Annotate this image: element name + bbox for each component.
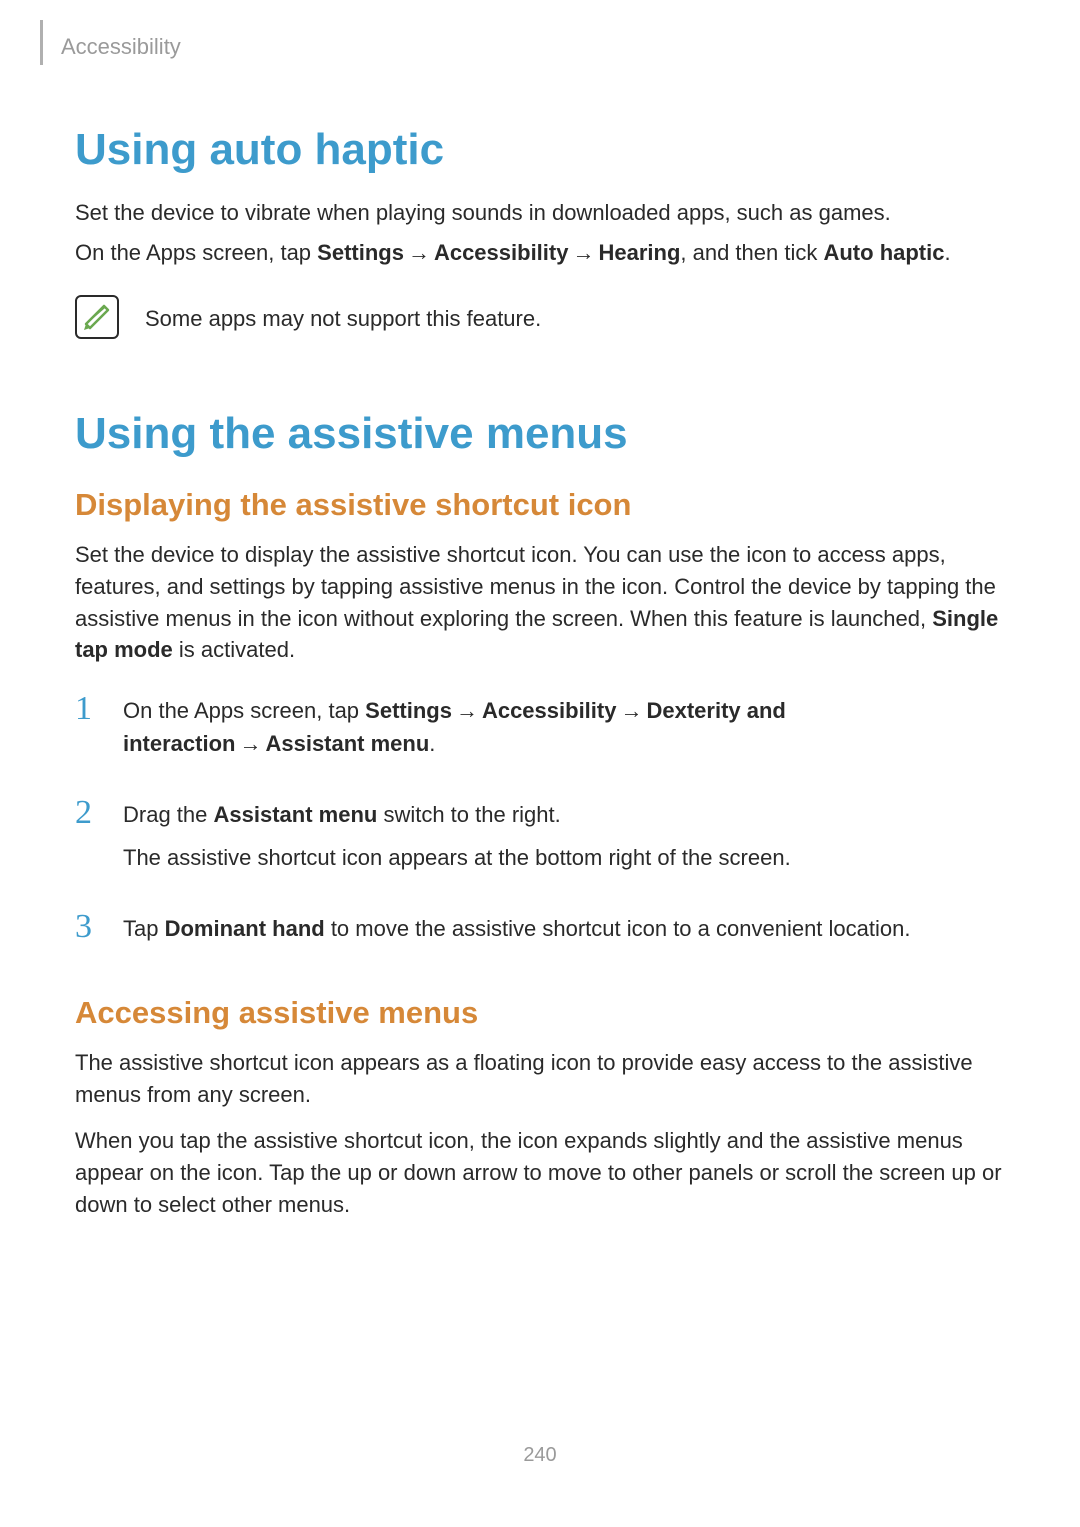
text-fragment: Set the device to display the assistive … [75, 542, 996, 631]
accessibility-label: Accessibility [434, 240, 569, 265]
displaying-shortcut-description: Set the device to display the assistive … [75, 539, 1005, 667]
heading-auto-haptic: Using auto haptic [75, 125, 1005, 175]
text-fragment: On the Apps screen, tap [75, 240, 317, 265]
step-2-body: Drag the Assistant menu switch to the ri… [123, 794, 1005, 884]
hearing-label: Hearing [598, 240, 680, 265]
step-1: 1 On the Apps screen, tap Settings→Acces… [75, 690, 1005, 770]
arrow-icon: → [239, 731, 261, 756]
text-fragment: . [944, 240, 950, 265]
step-2-result: The assistive shortcut icon appears at t… [123, 841, 1005, 874]
settings-label: Settings [317, 240, 404, 265]
note-callout: Some apps may not support this feature. [75, 295, 1005, 339]
arrow-icon: → [408, 240, 430, 265]
step-number: 3 [75, 908, 123, 945]
arrow-icon: → [456, 698, 478, 723]
assistant-menu-label: Assistant menu [214, 802, 378, 827]
breadcrumb: Accessibility [61, 34, 181, 60]
settings-label: Settings [365, 698, 452, 723]
step-1-body: On the Apps screen, tap Settings→Accessi… [123, 690, 1005, 770]
arrow-icon: → [572, 240, 594, 265]
text-fragment: , and then tick [680, 240, 823, 265]
text-fragment: On the Apps screen, tap [123, 698, 365, 723]
note-icon [75, 295, 119, 339]
accessibility-label: Accessibility [482, 698, 617, 723]
auto-haptic-description: Set the device to vibrate when playing s… [75, 197, 1005, 229]
note-text: Some apps may not support this feature. [145, 295, 541, 335]
text-fragment: is activated. [173, 637, 295, 662]
step-2: 2 Drag the Assistant menu switch to the … [75, 794, 1005, 884]
assistant-menu-label: Assistant menu [265, 731, 429, 756]
dominant-hand-label: Dominant hand [165, 916, 325, 941]
step-number: 2 [75, 794, 123, 831]
header-tick-mark [40, 20, 43, 65]
page-number: 240 [0, 1444, 1080, 1467]
step-3: 3 Tap Dominant hand to move the assistiv… [75, 908, 1005, 955]
page-content: Accessibility Using auto haptic Set the … [0, 0, 1080, 1221]
accessing-menus-p1: The assistive shortcut icon appears as a… [75, 1047, 1005, 1111]
text-fragment: switch to the right. [377, 802, 560, 827]
text-fragment: Drag the [123, 802, 214, 827]
text-fragment: to move the assistive shortcut icon to a… [325, 916, 911, 941]
subheading-displaying-shortcut: Displaying the assistive shortcut icon [75, 487, 1005, 523]
accessing-menus-p2: When you tap the assistive shortcut icon… [75, 1125, 1005, 1221]
text-fragment: . [429, 731, 435, 756]
auto-haptic-path: On the Apps screen, tap Settings→Accessi… [75, 237, 1005, 269]
step-3-body: Tap Dominant hand to move the assistive … [123, 908, 1005, 955]
page-header: Accessibility [75, 30, 1005, 65]
arrow-icon: → [620, 698, 642, 723]
step-number: 1 [75, 690, 123, 727]
text-fragment: Tap [123, 916, 165, 941]
heading-assistive-menus: Using the assistive menus [75, 409, 1005, 459]
subheading-accessing-menus: Accessing assistive menus [75, 995, 1005, 1031]
auto-haptic-label: Auto haptic [823, 240, 944, 265]
